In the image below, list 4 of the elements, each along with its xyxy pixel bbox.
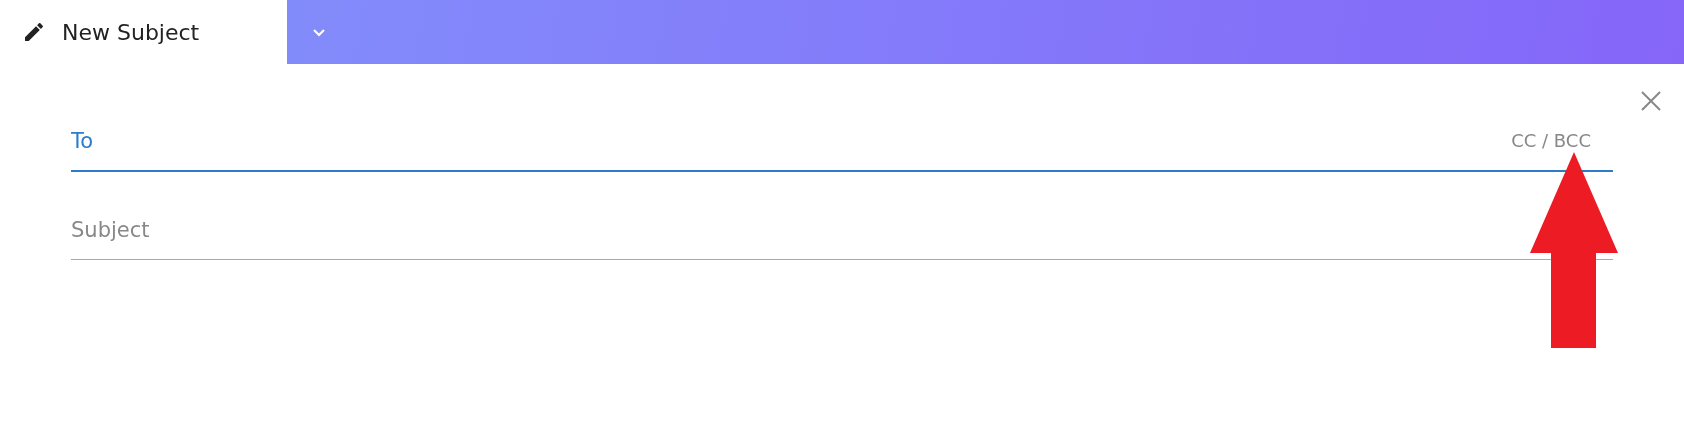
- pencil-icon: [22, 20, 46, 44]
- cc-bcc-link[interactable]: CC / BCC: [1511, 130, 1591, 151]
- close-icon[interactable]: [1640, 90, 1662, 112]
- compose-tab[interactable]: New Subject: [0, 0, 287, 64]
